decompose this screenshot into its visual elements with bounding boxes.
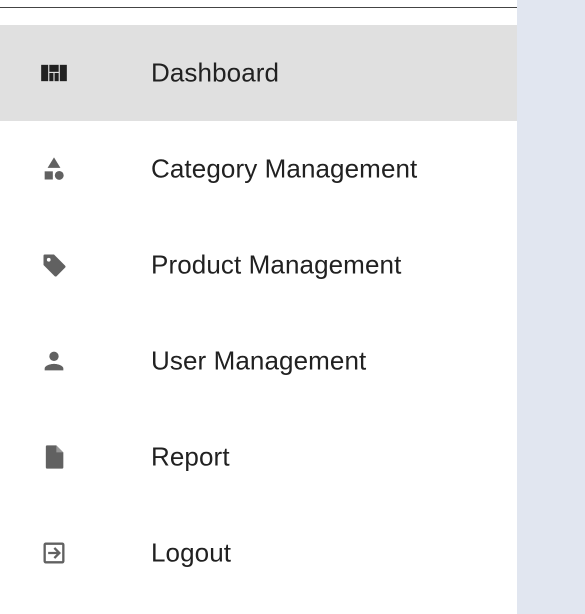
category-icon (40, 155, 68, 183)
sidebar-nav: Dashboard Category Management Product Ma… (0, 8, 517, 601)
main-content-area (517, 0, 585, 614)
sidebar-item-user-management[interactable]: User Management (0, 313, 517, 409)
sidebar-item-label: User Management (151, 345, 367, 376)
sidebar-item-report[interactable]: Report (0, 409, 517, 505)
sidebar-item-logout[interactable]: Logout (0, 505, 517, 601)
logout-icon (40, 539, 68, 567)
sidebar-item-label: Dashboard (151, 57, 280, 88)
sidebar-item-label: Report (151, 441, 230, 472)
sidebar-item-label: Logout (151, 537, 232, 568)
sidebar-item-dashboard[interactable]: Dashboard (0, 25, 517, 121)
sidebar-item-product-management[interactable]: Product Management (0, 217, 517, 313)
sidebar: Dashboard Category Management Product Ma… (0, 8, 517, 614)
app-window: Dashboard Category Management Product Ma… (0, 0, 585, 614)
sidebar-item-label: Category Management (151, 153, 418, 184)
person-icon (40, 347, 68, 375)
sidebar-item-category-management[interactable]: Category Management (0, 121, 517, 217)
document-icon (40, 443, 68, 471)
tag-icon (40, 251, 68, 279)
dashboard-icon (40, 59, 68, 87)
sidebar-item-label: Product Management (151, 249, 402, 280)
